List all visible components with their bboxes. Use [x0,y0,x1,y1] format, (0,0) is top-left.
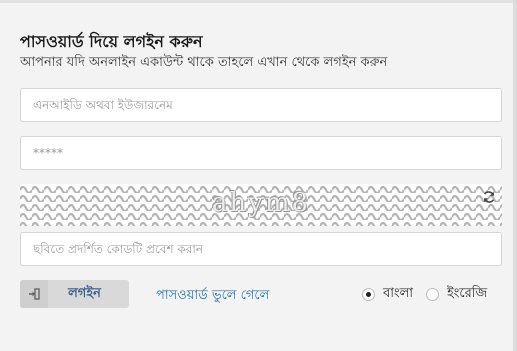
password-input[interactable] [20,136,502,170]
page-subtitle: আপনার যদি অনলাইন একাউন্ট থাকে তাহলে এখান… [20,55,388,70]
radio-english[interactable] [426,288,439,301]
language-label-bangla: বাংলা [383,286,414,301]
forgot-password-link[interactable]: পাসওয়ার্ড ভুলে গেলে [156,286,269,307]
login-button[interactable]: লগইন [20,280,129,308]
captcha-image: ahym8 [20,184,502,226]
panel-edge [513,0,517,351]
language-option-english[interactable]: ইংরেজি [426,284,487,305]
language-label-english: ইংরেজি [447,286,488,301]
captcha-input[interactable] [20,232,502,266]
sign-in-icon [20,280,48,308]
refresh-icon[interactable] [482,190,496,204]
captcha-code: ahym8 [211,188,311,218]
radio-bangla[interactable] [362,288,375,301]
username-input[interactable] [20,88,502,122]
language-option-bangla[interactable]: বাংলা [362,284,413,305]
login-button-label: লগইন [68,285,101,301]
page-title: পাসওয়ার্ড দিয়ে লগইন করুন [20,32,203,51]
